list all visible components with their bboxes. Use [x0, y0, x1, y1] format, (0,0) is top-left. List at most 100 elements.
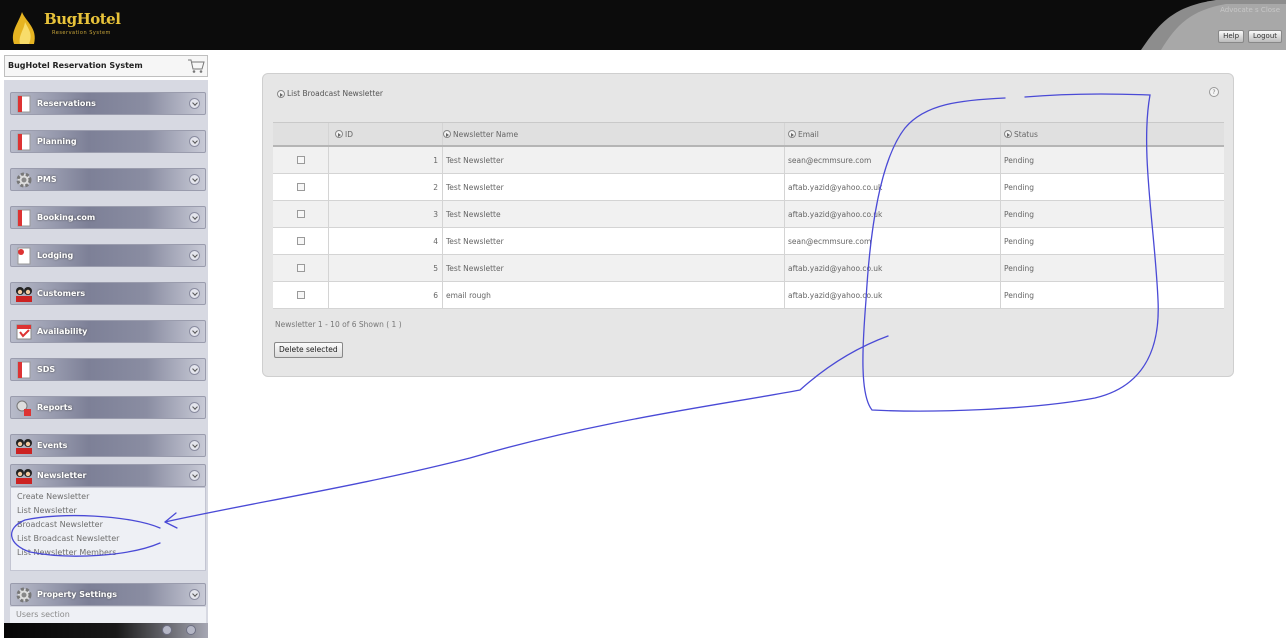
calendar-icon	[16, 324, 32, 340]
logged-user-text: Advocate s Close	[1220, 6, 1280, 14]
cell-email: aftab.yazid@yahoo.co.uk	[785, 282, 1001, 308]
cell-name: Test Newslette	[443, 201, 785, 227]
cart-icon[interactable]	[187, 58, 205, 74]
chevron-down-icon[interactable]	[189, 212, 200, 223]
cell-status: Pending	[1004, 236, 1034, 246]
table-row: 4 Test Newsletter sean@ecmmsure.com Pend…	[273, 228, 1224, 255]
cell-id: 4	[329, 228, 443, 254]
column-header-email[interactable]: Email	[785, 123, 1001, 145]
submenu-create-newsletter[interactable]: Create Newsletter	[17, 492, 89, 501]
row-checkbox[interactable]	[296, 183, 305, 191]
cell-status: Pending	[1004, 155, 1034, 165]
row-checkbox[interactable]	[296, 264, 305, 272]
sidebar-item-customers[interactable]: Customers	[10, 282, 206, 305]
sidebar-item-label: Property Settings	[37, 590, 117, 599]
sort-icon	[335, 130, 343, 138]
cell-id: 5	[329, 255, 443, 281]
row-checkbox[interactable]	[296, 291, 305, 299]
sidebar-item-newsletter[interactable]: Newsletter	[10, 464, 206, 487]
chevron-down-icon[interactable]	[189, 364, 200, 375]
cell-status: Pending	[1004, 182, 1034, 192]
cell-id: 3	[329, 201, 443, 227]
sidebar-item-lodging[interactable]: Lodging	[10, 244, 206, 267]
chevron-down-icon[interactable]	[189, 98, 200, 109]
sidebar-item-label: Reservations	[37, 99, 96, 108]
sort-icon	[1004, 130, 1012, 138]
sidebar-item-reports[interactable]: Reports	[10, 396, 206, 419]
sidebar-item-planning[interactable]: Planning	[10, 130, 206, 153]
arrow-right-icon	[277, 90, 285, 98]
help-icon[interactable]: ?	[1209, 87, 1219, 97]
document-icon	[17, 95, 31, 113]
sidebar-item-label: Availability	[37, 327, 88, 336]
column-header-name[interactable]: Newsletter Name	[443, 123, 785, 145]
submenu-broadcast-newsletter[interactable]: Broadcast Newsletter	[17, 520, 103, 529]
property-settings-submenu: Users section	[10, 607, 206, 623]
broadcast-table: ID Newsletter Name Email Status 1 Test N…	[273, 122, 1224, 309]
sidebar-item-property-settings[interactable]: Property Settings	[10, 583, 206, 606]
row-checkbox[interactable]	[296, 237, 305, 245]
sidebar-item-availability[interactable]: Availability	[10, 320, 206, 343]
document-icon	[17, 247, 31, 265]
delete-selected-button[interactable]: Delete selected	[274, 342, 343, 358]
table-row: 1 Test Newsletter sean@ecmmsure.com Pend…	[273, 147, 1224, 174]
flame-logo-icon	[12, 12, 35, 44]
sort-icon	[443, 130, 451, 138]
chevron-down-icon[interactable]	[189, 589, 200, 600]
submenu-list-broadcast-newsletter[interactable]: List Broadcast Newsletter	[17, 534, 119, 543]
cell-name: Test Newsletter	[443, 174, 785, 200]
cell-id: 1	[329, 147, 443, 173]
sidebar-footer	[4, 623, 208, 638]
cell-email: aftab.yazid@yahoo.co.uk	[785, 174, 1001, 200]
logo-title: BugHotel	[44, 10, 121, 28]
chevron-down-icon[interactable]	[189, 288, 200, 299]
cell-id: 6	[329, 282, 443, 308]
sidebar-item-label: Events	[37, 441, 68, 450]
submenu-users-section[interactable]: Users section	[16, 610, 70, 619]
cell-id: 2	[329, 174, 443, 200]
cell-name: Test Newsletter	[443, 255, 785, 281]
scroll-down-icon[interactable]	[186, 625, 196, 635]
chevron-down-icon[interactable]	[189, 470, 200, 481]
chevron-down-icon[interactable]	[189, 402, 200, 413]
sidebar-item-pms[interactable]: PMS	[10, 168, 206, 191]
cell-status: Pending	[1004, 263, 1034, 273]
logout-button[interactable]: Logout	[1248, 30, 1282, 43]
submenu-list-newsletter-members[interactable]: List Newsletter Members	[17, 548, 116, 557]
table-row: 2 Test Newsletter aftab.yazid@yahoo.co.u…	[273, 174, 1224, 201]
logo-subtitle: Reservation System	[52, 30, 111, 36]
column-header-id[interactable]: ID	[329, 123, 443, 145]
cell-status: Pending	[1004, 290, 1034, 300]
sidebar-item-reservations[interactable]: Reservations	[10, 92, 206, 115]
chevron-down-icon[interactable]	[189, 136, 200, 147]
column-header-status[interactable]: Status	[1001, 123, 1224, 145]
chevron-down-icon[interactable]	[189, 440, 200, 451]
chevron-down-icon[interactable]	[189, 326, 200, 337]
chevron-down-icon[interactable]	[189, 250, 200, 261]
document-icon	[17, 361, 31, 379]
sidebar-item-label: Lodging	[37, 251, 74, 260]
sidebar-item-booking-com[interactable]: Booking.com	[10, 206, 206, 229]
cell-name: email rough	[443, 282, 785, 308]
scroll-up-icon[interactable]	[162, 625, 172, 635]
row-checkbox[interactable]	[296, 210, 305, 218]
panel-title: List Broadcast Newsletter	[277, 89, 383, 98]
people-icon	[16, 439, 32, 454]
document-icon	[17, 133, 31, 151]
help-button[interactable]: Help	[1218, 30, 1245, 43]
sidebar-item-label: Planning	[37, 137, 77, 146]
table-header: ID Newsletter Name Email Status	[273, 123, 1224, 147]
table-row: 6 email rough aftab.yazid@yahoo.co.uk Pe…	[273, 282, 1224, 309]
people-icon	[16, 469, 32, 484]
table-row: 3 Test Newslette aftab.yazid@yahoo.co.uk…	[273, 201, 1224, 228]
row-checkbox[interactable]	[296, 156, 305, 164]
gear-icon	[16, 172, 32, 188]
bughotel-logo[interactable]: BugHotel Reservation System	[8, 6, 136, 46]
sidebar-item-sds[interactable]: SDS	[10, 358, 206, 381]
submenu-list-newsletter[interactable]: List Newsletter	[17, 506, 77, 515]
gear-icon	[16, 587, 32, 603]
sidebar-item-label: Newsletter	[37, 471, 87, 480]
newsletter-submenu: Create Newsletter List Newsletter Broadc…	[10, 487, 206, 571]
sidebar-item-events[interactable]: Events	[10, 434, 206, 457]
chevron-down-icon[interactable]	[189, 174, 200, 185]
